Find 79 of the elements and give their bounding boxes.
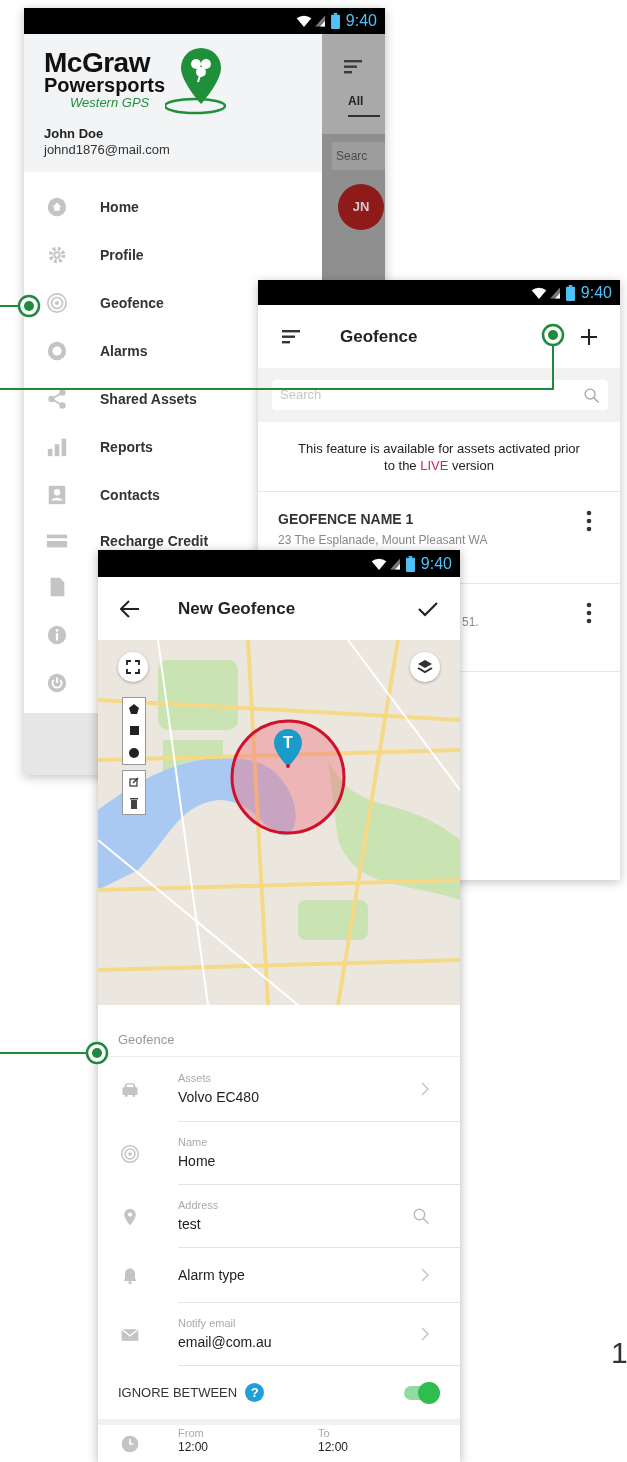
signal-icon [313,14,325,28]
clock-icon [120,1433,140,1454]
brand-name: McGraw [44,50,152,76]
ring-icon [46,340,68,362]
status-time: 9:40 [580,284,612,301]
brand-tagline: Western GPS [70,95,150,110]
brand-subtitle: Powersports [44,76,166,95]
field-value: test [178,1215,202,1233]
field-value: email@com.au [178,1333,273,1351]
home-icon [46,196,68,218]
wifi-icon [295,14,312,28]
user-email: johnd1876@mail.com [44,142,171,158]
menu-item[interactable]: Shared Assets [100,392,197,406]
form-row[interactable]: Alarm type [178,1248,460,1303]
back-arrow-icon[interactable] [120,599,140,618]
time-value[interactable]: 12:00 [178,1440,318,1454]
status-time: 9:40 [345,13,377,29]
field-label: Address [178,1199,220,1212]
screen-title: New Geofence [178,597,297,620]
battery-icon [405,555,415,572]
tab[interactable]: All [348,92,380,117]
menu-item[interactable]: Profile [100,248,144,262]
notice-text: This feature is available for assets activated prior to the LIVE version [297,440,581,474]
status-time: 9:40 [420,555,452,572]
field-value: Home [178,1152,217,1170]
geofence-address: 23 The Esplanade, Mount Pleasant WA [278,532,489,548]
wifi-icon [370,556,387,571]
settings-icon [46,244,68,266]
geofence-name: GEOFENCE NAME 1 [278,510,415,528]
battery-icon [330,13,340,29]
time-value[interactable]: 12:00 [318,1440,349,1454]
menu-item[interactable]: Alarms [100,344,148,358]
layers-icon [417,659,433,675]
battery-icon [565,284,575,301]
screen-title: Geofence [340,325,419,348]
page-number: 1 [611,1337,627,1369]
square-icon[interactable] [129,726,139,736]
pentagon-icon[interactable] [129,704,139,715]
map-marker-icon[interactable] [273,728,303,768]
form-row[interactable]: Assets Volvo EC480 [178,1057,460,1122]
field-label: Assets [178,1072,212,1085]
setting-label: IGNORE BETWEEN [118,1383,238,1402]
check-icon[interactable] [418,600,438,617]
bar-chart-icon [46,436,68,458]
marker-label: T [282,734,294,752]
menu-icon[interactable] [282,328,302,345]
wifi-icon [530,285,547,300]
field-label: Notify email [178,1317,237,1330]
geofence-address: 51. [462,614,480,630]
contact-card-icon [46,484,68,506]
signal-icon [388,556,400,571]
form-row[interactable]: Address test [178,1185,460,1248]
section-title: Geofence [118,1032,175,1047]
geofence-circle[interactable] [228,717,348,837]
menu-item[interactable]: Recharge Credit [100,534,209,548]
circle-icon[interactable] [129,747,139,758]
avatar: JN [338,184,384,230]
menu-item[interactable]: Geofence [100,296,164,310]
menu-item[interactable]: Contacts [100,488,160,502]
signal-icon [548,285,560,300]
target-icon [120,1143,140,1164]
edit-icon[interactable] [129,776,139,787]
more-options-icon[interactable] [586,510,592,532]
share-icon [46,388,68,410]
field-label: Name [178,1136,209,1149]
form-row[interactable]: Name Home [178,1122,460,1185]
add-icon[interactable] [580,327,598,346]
field-value: Volvo EC480 [178,1088,260,1106]
menu-item[interactable]: Reports [100,440,153,454]
field-value[interactable]: Alarm type [178,1266,420,1284]
menu-item[interactable]: Home [100,200,139,214]
trash-icon[interactable] [130,797,138,809]
fullscreen-icon [126,660,140,674]
target-icon [46,292,68,314]
user-name: John Doe [44,126,105,142]
form-row[interactable]: Notify email email@com.au [178,1303,460,1366]
field-label: To [318,1427,331,1440]
more-options-icon[interactable] [586,602,592,624]
field-label: From [178,1427,205,1440]
